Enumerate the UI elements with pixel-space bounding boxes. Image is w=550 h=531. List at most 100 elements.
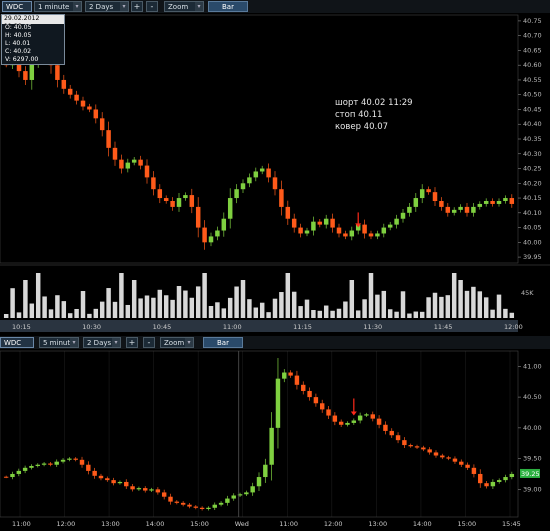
range-label: 2 Days: [87, 339, 112, 347]
candle-body: [304, 230, 310, 234]
volume-bar: [195, 286, 201, 318]
volume-bar: [477, 291, 483, 318]
candle-body: [55, 65, 60, 80]
candle-body: [389, 430, 394, 436]
symbol-input[interactable]: WDC: [0, 337, 34, 348]
volume-scale-label: 45K: [521, 289, 534, 297]
volume-bar: [464, 290, 470, 318]
volume-bar: [407, 313, 412, 318]
zoom-out-button[interactable]: -: [143, 337, 155, 348]
candle-body: [74, 94, 79, 101]
volume-bar: [298, 306, 303, 318]
candle-body: [433, 452, 439, 456]
candle-body: [307, 390, 312, 398]
ohlc-volume: V: 6297.00: [5, 56, 39, 63]
interval-select[interactable]: 5 minutes ▾: [39, 337, 79, 348]
candle-body: [400, 212, 406, 219]
y-tick-label: 40.20: [523, 179, 542, 187]
range-label: 2 Days: [89, 3, 114, 11]
candle-body: [330, 218, 335, 228]
y-tick-label: 40.60: [523, 61, 542, 69]
volume-bar: [343, 301, 348, 318]
zoom-select[interactable]: Zoom ▾: [160, 337, 194, 348]
x-tick-label: 11:00: [223, 323, 242, 331]
candle-body: [496, 480, 502, 482]
volume-bar: [131, 280, 137, 318]
volume-bar: [61, 301, 67, 318]
candle-body: [143, 488, 148, 491]
candle-body: [484, 483, 489, 487]
ohlc-datetime: 29.02.2012 11:29...: [2, 15, 64, 30]
volume-bar: [74, 308, 79, 318]
top-chart-panel[interactable]: 40.75 40.70 40.65 40.60 40.55 40.50 40.45 40.40…: [0, 13, 550, 333]
candle-body: [54, 461, 59, 465]
volume-bar: [311, 310, 316, 318]
candle-body: [155, 489, 161, 493]
candle-body: [266, 168, 271, 178]
candle-body: [10, 473, 15, 478]
zoom-in-button[interactable]: +: [126, 337, 138, 348]
volume-bar: [400, 291, 406, 318]
top-price-chart[interactable]: 40.75 40.70 40.65 40.60 40.55 40.50 40.45 40.40…: [0, 13, 550, 333]
candle-body: [343, 233, 348, 237]
ohlc-close: C: 40.02: [5, 48, 32, 55]
bottom-price-chart[interactable]: 41.00 40.50 40.00 39.50 39.00 11:00 12:00 13:00…: [0, 349, 550, 531]
volume-bar: [3, 314, 9, 318]
range-select[interactable]: 2 Days ▾: [85, 1, 129, 12]
volume-bar: [208, 306, 214, 318]
volume-bar: [304, 299, 310, 318]
volume-bar: [490, 309, 495, 318]
candle-body: [509, 198, 515, 204]
x-tick-label: 11:00: [279, 520, 298, 528]
volume-bar: [138, 298, 143, 318]
symbol-label: WDC: [4, 339, 22, 347]
plot-frame: [0, 350, 519, 518]
candle-body: [35, 464, 40, 466]
zoom-select[interactable]: Zoom ▾: [164, 1, 204, 12]
interval-select[interactable]: 1 minute ▾: [34, 1, 82, 12]
candle-body: [459, 461, 464, 465]
candle-body: [212, 504, 217, 508]
volume-bar: [285, 273, 291, 318]
candle-body: [477, 203, 483, 207]
chevron-down-icon: ▾: [112, 338, 120, 347]
volume-bar: [10, 288, 15, 318]
volume-bar: [362, 299, 367, 318]
candle-body: [193, 506, 199, 508]
candle-body: [67, 88, 73, 95]
zoom-out-button[interactable]: -: [146, 1, 158, 12]
x-tick-label: 11:30: [363, 323, 382, 331]
candle-body: [3, 476, 9, 478]
volume-bar: [503, 308, 508, 318]
bar-button[interactable]: Bar: [208, 1, 248, 12]
candle-body: [375, 233, 380, 237]
candle-body: [244, 492, 249, 495]
bottom-chart-panel[interactable]: 41.00 40.50 40.00 39.50 39.00 11:00 12:00 13:00…: [0, 349, 550, 531]
volume-bar: [144, 295, 150, 318]
range-select[interactable]: 2 Days ▾: [83, 337, 121, 348]
candle-body: [48, 463, 53, 465]
candle-body: [275, 378, 281, 428]
candle-body: [509, 473, 515, 478]
candle-body: [136, 488, 142, 490]
volume-bar: [99, 301, 105, 318]
volume-bar: [387, 309, 393, 318]
candle-body: [319, 403, 325, 410]
candle-body: [98, 475, 104, 479]
candle-body: [79, 459, 85, 465]
bar-button[interactable]: Bar: [203, 337, 243, 348]
candle-body: [394, 218, 399, 225]
chevron-down-icon: ▾: [195, 2, 203, 11]
volume-bar: [67, 313, 73, 318]
candle-body: [61, 79, 67, 89]
zoom-in-button[interactable]: +: [131, 1, 143, 12]
arrow-head-icon: [350, 411, 357, 416]
last-price-label: 39.25: [521, 470, 540, 478]
candle-body: [279, 189, 284, 207]
volume-bar: [119, 273, 124, 318]
volume-bar: [189, 297, 195, 318]
x-tick-label: 15:00: [457, 520, 476, 528]
candle-body: [272, 177, 278, 190]
candle-body: [313, 397, 319, 404]
symbol-input[interactable]: WDC: [2, 1, 32, 12]
